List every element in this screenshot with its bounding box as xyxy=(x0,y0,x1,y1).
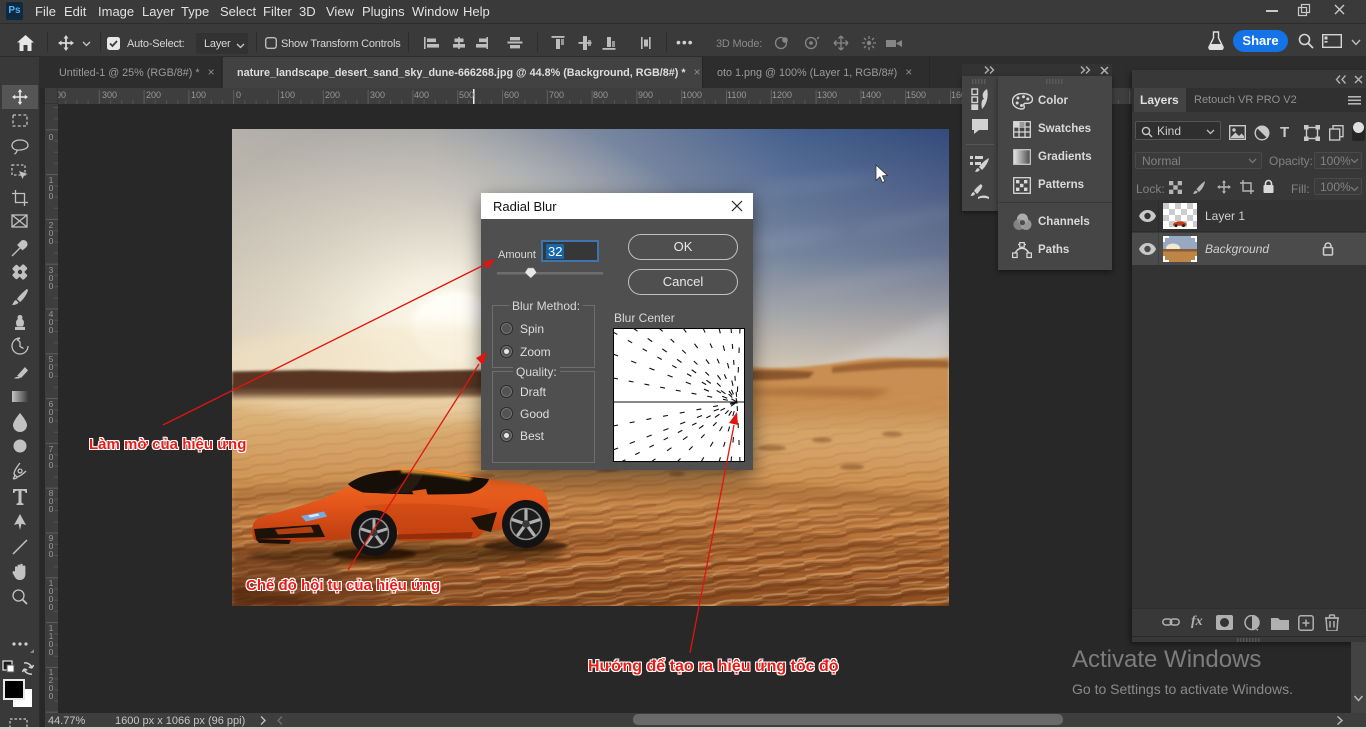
svg-text:800: 800 xyxy=(593,90,608,100)
svg-text:0: 0 xyxy=(49,281,54,291)
svg-text:100: 100 xyxy=(191,90,206,100)
svg-text:400: 400 xyxy=(414,90,429,100)
svg-text:0: 0 xyxy=(49,647,54,657)
svg-text:0: 0 xyxy=(236,90,241,100)
svg-text:1500: 1500 xyxy=(906,90,926,100)
svg-text:900: 900 xyxy=(638,90,653,100)
svg-text:0: 0 xyxy=(49,370,54,380)
svg-text:500: 500 xyxy=(459,90,474,100)
svg-text:600: 600 xyxy=(504,90,519,100)
svg-text:0: 0 xyxy=(49,549,54,559)
svg-text:0: 0 xyxy=(49,325,54,335)
svg-text:200: 200 xyxy=(325,90,340,100)
svg-text:0: 0 xyxy=(49,132,54,142)
svg-text:300: 300 xyxy=(102,90,117,100)
svg-text:100: 100 xyxy=(280,90,295,100)
svg-text:200: 200 xyxy=(146,90,161,100)
svg-text:1000: 1000 xyxy=(682,90,702,100)
svg-text:0: 0 xyxy=(49,415,54,425)
svg-text:300: 300 xyxy=(370,90,385,100)
svg-text:0: 0 xyxy=(49,236,54,246)
svg-text:1400: 1400 xyxy=(861,90,881,100)
svg-text:1200: 1200 xyxy=(772,90,792,100)
svg-text:1300: 1300 xyxy=(817,90,837,100)
svg-text:0: 0 xyxy=(49,504,54,514)
svg-text:700: 700 xyxy=(549,90,564,100)
svg-text:1100: 1100 xyxy=(727,90,746,100)
svg-text:0: 0 xyxy=(49,460,54,470)
svg-text:0: 0 xyxy=(49,191,54,201)
svg-text:0: 0 xyxy=(49,691,54,701)
svg-text:0: 0 xyxy=(49,602,54,612)
